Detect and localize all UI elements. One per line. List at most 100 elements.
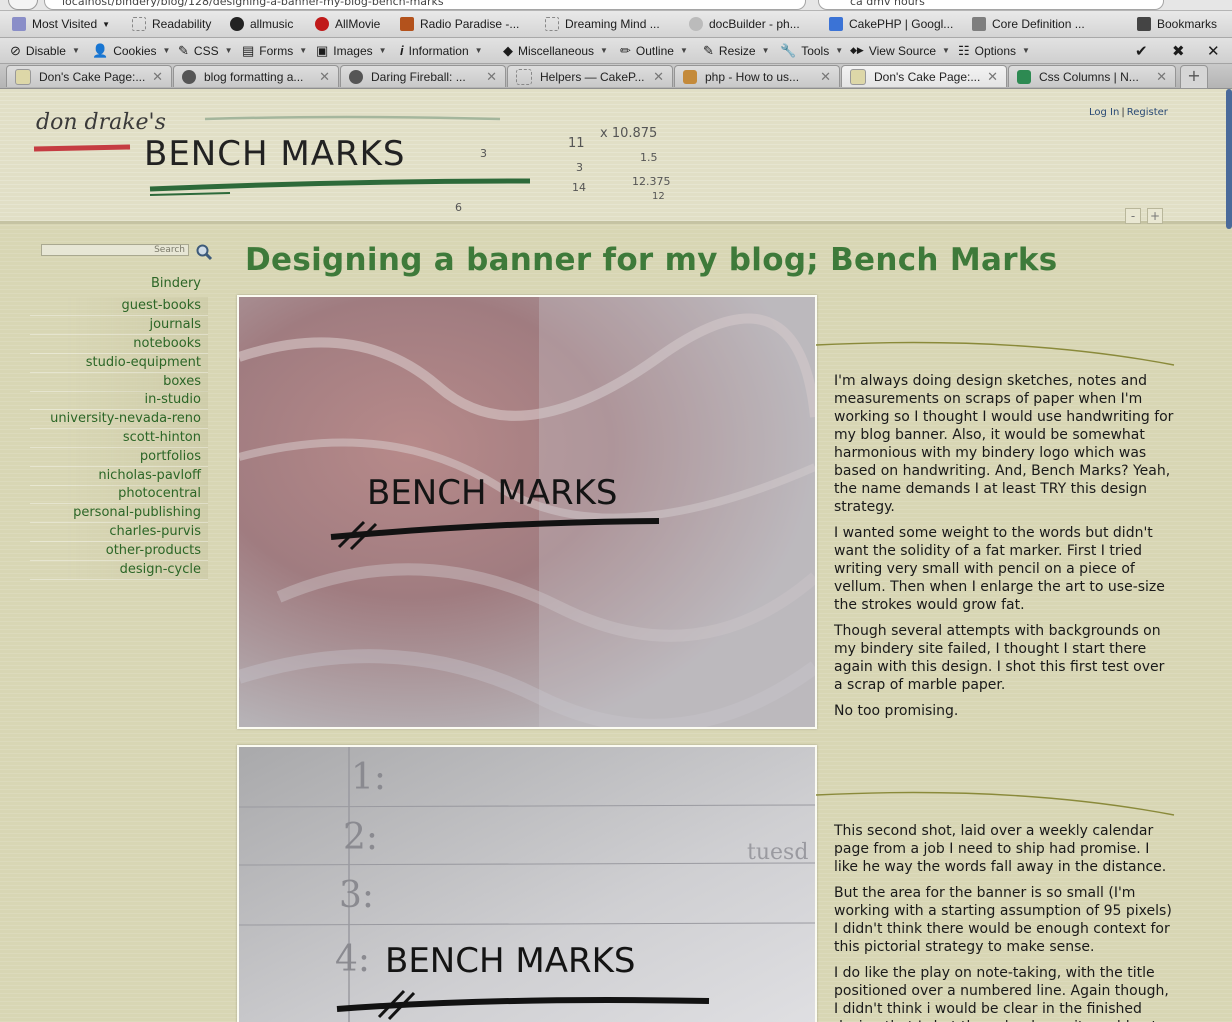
folder-icon	[12, 17, 26, 31]
new-tab-button[interactable]: +	[1180, 65, 1208, 89]
wd-information[interactable]: i Information ▼	[400, 38, 483, 63]
address-text: localhost/bindery/blog/128/designing-a-b…	[62, 0, 444, 8]
site-favicon-icon	[850, 68, 866, 85]
close-toolbar-icon[interactable]: ✖	[1172, 38, 1185, 63]
check-icon[interactable]: ✔	[1135, 38, 1148, 63]
wd-resize[interactable]: ✎ Resize ▼	[703, 38, 770, 63]
bookmark-label: Radio Paradise -...	[420, 17, 520, 31]
calendar-number-4: 4:	[335, 939, 370, 980]
page-icon	[132, 17, 146, 31]
post-section-1: I'm always doing design sketches, notes …	[834, 372, 1176, 728]
nav-category-bindery[interactable]: Bindery	[30, 275, 208, 293]
bookmark-label: Most Visited	[32, 17, 98, 31]
note-15: 1.5	[640, 151, 658, 164]
nav-item-boxes[interactable]: boxes	[30, 373, 208, 392]
close-icon[interactable]: ✕	[1207, 38, 1220, 63]
bookmark-label: Bookmarks	[1157, 17, 1218, 31]
tab-close-icon[interactable]: ✕	[820, 69, 831, 85]
bookmark-label: AllMovie	[335, 17, 381, 31]
wd-forms[interactable]: ▤ Forms ▼	[242, 38, 307, 63]
decorative-swash	[816, 341, 1175, 366]
tab-title: Css Columns | N...	[1039, 69, 1139, 84]
nav-item-charles-purvis[interactable]: charles-purvis	[30, 523, 208, 542]
wd-css[interactable]: ✎ CSS ▼	[178, 38, 233, 63]
bookmark-docbuilder[interactable]: docBuilder - ph...	[689, 11, 800, 37]
bookmark-radio-paradise[interactable]: Radio Paradise -...	[400, 11, 519, 37]
nav-item-journals[interactable]: journals	[30, 316, 208, 335]
tab-close-icon[interactable]: ✕	[987, 69, 998, 85]
bookmark-most-visited[interactable]: Most Visited ▼	[12, 11, 110, 37]
record-icon	[230, 17, 244, 31]
nav-item-design-cycle[interactable]: design-cycle	[30, 561, 208, 580]
banner-handwriting-name: don drake's	[36, 110, 166, 135]
login-link[interactable]: Log In	[1089, 107, 1119, 118]
nav-item-photocentral[interactable]: photocentral	[30, 485, 208, 504]
back-button[interactable]	[8, 0, 38, 10]
tab-close-icon[interactable]: ✕	[152, 69, 163, 85]
tab-3[interactable]: Daring Fireball: ... ✕	[340, 65, 506, 87]
register-link[interactable]: Register	[1127, 107, 1168, 118]
svg-text:3: 3	[480, 147, 487, 160]
tab-1[interactable]: Don's Cake Page:... ✕	[6, 65, 172, 87]
paragraph: I do like the play on note-taking, with …	[834, 965, 1169, 1022]
sidebar-search-input[interactable]: Search	[41, 244, 189, 256]
bookmark-dreaming-mind[interactable]: Dreaming Mind ...	[545, 11, 660, 37]
account-links: Log In | Register	[1089, 107, 1168, 118]
nav-item-in-studio[interactable]: in-studio	[30, 391, 208, 410]
paragraph: I'm always doing design sketches, notes …	[834, 373, 1174, 515]
svg-text:6: 6	[455, 201, 462, 214]
radio-icon	[400, 17, 414, 31]
nav-item-other-products[interactable]: other-products	[30, 542, 208, 561]
nav-item-scott-hinton[interactable]: scott-hinton	[30, 429, 208, 448]
tab-close-icon[interactable]: ✕	[486, 69, 497, 85]
form-icon: ▤	[242, 42, 255, 58]
tab-5[interactable]: php - How to us... ✕	[674, 65, 840, 87]
bookmark-core-definition[interactable]: Core Definition ...	[972, 11, 1085, 37]
bookmarks-icon	[1137, 17, 1151, 31]
bookmark-allmusic[interactable]: allmusic	[230, 11, 293, 37]
nav-item-personal-publishing[interactable]: personal-publishing	[30, 504, 208, 523]
tab-4[interactable]: Helpers — CakeP... ✕	[507, 65, 673, 87]
nav-item-notebooks[interactable]: notebooks	[30, 335, 208, 354]
font-decrease-button[interactable]: -	[1125, 208, 1141, 224]
tab-close-icon[interactable]: ✕	[1156, 69, 1167, 85]
nav-item-studio-equipment[interactable]: studio-equipment	[30, 354, 208, 373]
photo-marble-paper: BENCH MARKS	[237, 295, 817, 729]
bookmarks-menu[interactable]: Bookmarks	[1137, 11, 1217, 37]
wd-options[interactable]: ☷ Options ▼	[958, 38, 1030, 63]
nav-item-portfolios[interactable]: portfolios	[30, 448, 208, 467]
wd-label: Forms	[259, 43, 294, 58]
wd-outline[interactable]: ✏ Outline ▼	[620, 38, 688, 63]
nav-item-nicholas-pavloff[interactable]: nicholas-pavloff	[30, 467, 208, 486]
bookmark-allmovie[interactable]: AllMovie	[315, 11, 380, 37]
font-increase-button[interactable]: +	[1147, 208, 1163, 224]
wd-cookies[interactable]: 👤 Cookies ▼	[92, 38, 170, 63]
wd-tools[interactable]: 🔧 Tools ▼	[780, 38, 843, 63]
wd-miscellaneous[interactable]: ◆ Miscellaneous ▼	[503, 38, 608, 63]
pencil-icon: ✏	[620, 42, 631, 58]
nav-item-university-nevada-reno[interactable]: university-nevada-reno	[30, 410, 208, 429]
tab-2[interactable]: blog formatting a... ✕	[173, 65, 339, 87]
image-icon: ▣	[316, 42, 329, 58]
bookmark-readability[interactable]: Readability	[132, 11, 211, 37]
bookmark-cakephp[interactable]: CakePHP | Googl...	[829, 11, 953, 37]
search-icon[interactable]	[195, 243, 213, 261]
post-title: Designing a banner for my blog; Bench Ma…	[245, 242, 1058, 278]
wd-view-source[interactable]: ◆▶ View Source ▼	[850, 38, 950, 63]
site-header: don drake's BENCH MARKS 3 6 11 x 10.875 …	[0, 89, 1232, 224]
scrollbar[interactable]	[1226, 89, 1232, 229]
tab-close-icon[interactable]: ✕	[653, 69, 664, 85]
person-icon: 👤	[92, 42, 109, 58]
paragraph: No too promising.	[834, 703, 959, 719]
nav-item-guest-books[interactable]: guest-books	[30, 297, 208, 316]
calendar-number-1: 1:	[351, 757, 386, 798]
tab-close-icon[interactable]: ✕	[319, 69, 330, 85]
tab-7[interactable]: Css Columns | N... ✕	[1008, 65, 1176, 87]
stack-icon	[683, 69, 697, 84]
tab-6-active[interactable]: Don's Cake Page:... ✕	[841, 65, 1007, 87]
note-12375: 12.375	[632, 175, 671, 188]
wd-disable[interactable]: ⊘ Disable ▼	[10, 38, 80, 63]
wd-label: Resize	[718, 43, 756, 58]
wd-images[interactable]: ▣ Images ▼	[316, 38, 387, 63]
google-icon	[829, 17, 843, 31]
